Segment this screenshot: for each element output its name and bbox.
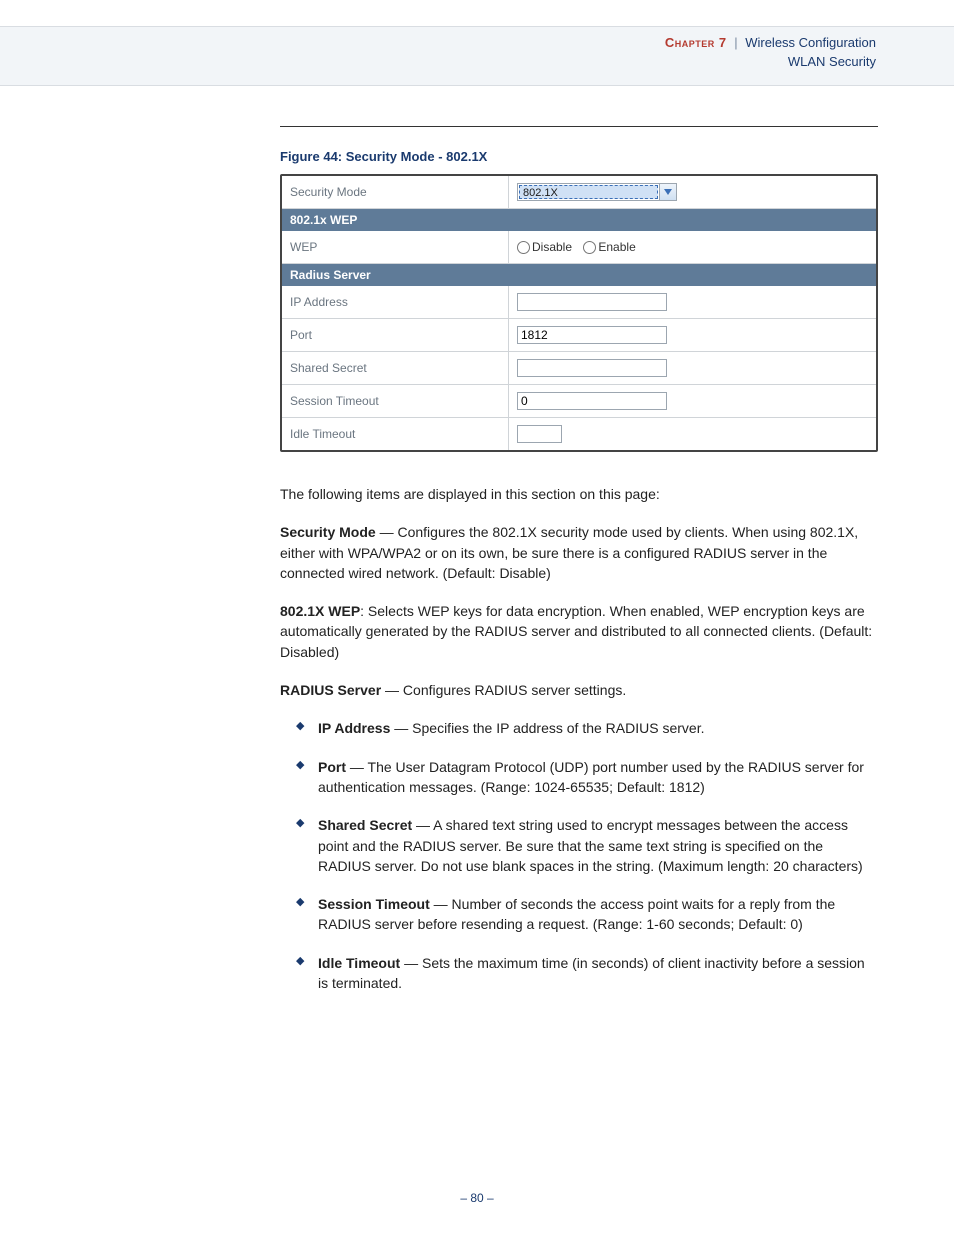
label-session-timeout: Session Timeout <box>282 385 509 418</box>
bullet-idle-timeout: Idle Timeout — Sets the maximum time (in… <box>296 953 878 994</box>
figure-screenshot: Security Mode 802.1X 802.1x WEP WEP <box>280 174 878 452</box>
paragraph-8021x-wep: 802.1X WEP: Selects WEP keys for data en… <box>280 601 878 662</box>
body-text: The following items are displayed in thi… <box>280 484 878 993</box>
wep-enable-label: Enable <box>598 240 635 254</box>
bullet-session-timeout: Session Timeout — Number of seconds the … <box>296 894 878 935</box>
bullet-shared-secret: Shared Secret — A shared text string use… <box>296 815 878 876</box>
row-security-mode: Security Mode 802.1X <box>282 176 876 209</box>
idle-timeout-input[interactable] <box>517 425 562 443</box>
page: Chapter 7 | Wireless Configuration WLAN … <box>0 0 954 1235</box>
label-port: Port <box>282 319 509 352</box>
bullet-ip-address: IP Address — Specifies the IP address of… <box>296 718 878 738</box>
intro-paragraph: The following items are displayed in thi… <box>280 484 878 504</box>
row-shared-secret: Shared Secret <box>282 352 876 385</box>
running-header: Chapter 7 | Wireless Configuration WLAN … <box>665 34 876 72</box>
row-ip-address: IP Address <box>282 286 876 319</box>
section-name: WLAN Security <box>665 53 876 72</box>
wep-enable-radio[interactable] <box>583 241 596 254</box>
chapter-title: Wireless Configuration <box>745 35 876 50</box>
figure-caption: Figure 44: Security Mode - 802.1X <box>280 149 878 164</box>
row-session-timeout: Session Timeout <box>282 385 876 418</box>
wep-disable-radio[interactable] <box>517 241 530 254</box>
label-ip-address: IP Address <box>282 286 509 319</box>
shared-secret-input[interactable] <box>517 359 667 377</box>
session-timeout-input[interactable] <box>517 392 667 410</box>
wep-disable-label: Disable <box>532 240 572 254</box>
security-mode-dropdown[interactable]: 802.1X <box>517 183 677 201</box>
security-mode-value: 802.1X <box>519 185 658 199</box>
ip-address-input[interactable] <box>517 293 667 311</box>
content-column: Figure 44: Security Mode - 802.1X Securi… <box>280 126 878 1011</box>
label-shared-secret: Shared Secret <box>282 352 509 385</box>
header-band: Chapter 7 | Wireless Configuration WLAN … <box>0 26 954 86</box>
row-wep: WEP Disable Enable <box>282 231 876 264</box>
bullet-list: IP Address — Specifies the IP address of… <box>280 718 878 993</box>
page-number: – 80 – <box>0 1191 954 1205</box>
top-rule <box>280 126 878 127</box>
label-idle-timeout: Idle Timeout <box>282 418 509 451</box>
port-input[interactable] <box>517 326 667 344</box>
bullet-port: Port — The User Datagram Protocol (UDP) … <box>296 757 878 798</box>
paragraph-security-mode: Security Mode — Configures the 802.1X se… <box>280 522 878 583</box>
label-wep: WEP <box>282 231 509 264</box>
section-radius-server: Radius Server <box>282 264 876 287</box>
section-8021x-wep: 802.1x WEP <box>282 209 876 232</box>
row-port: Port <box>282 319 876 352</box>
chevron-down-icon[interactable] <box>659 184 676 200</box>
chapter-label: Chapter 7 <box>665 35 727 50</box>
row-idle-timeout: Idle Timeout <box>282 418 876 451</box>
label-security-mode: Security Mode <box>282 176 509 209</box>
paragraph-radius-server: RADIUS Server — Configures RADIUS server… <box>280 680 878 700</box>
separator-pipe: | <box>734 35 737 50</box>
